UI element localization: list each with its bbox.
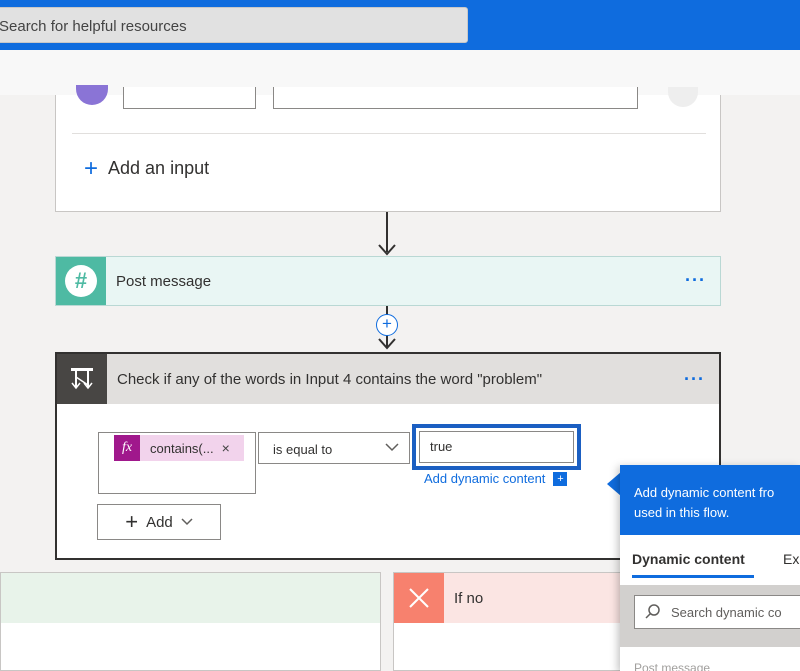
search-icon xyxy=(645,604,660,619)
post-message-action[interactable]: # Post message ··· xyxy=(55,256,721,306)
close-icon xyxy=(394,573,444,623)
add-condition-button[interactable]: + Add xyxy=(97,504,221,540)
input-description-field[interactable] xyxy=(273,87,638,109)
if-no-branch[interactable]: If no xyxy=(393,572,653,671)
trigger-card: + Add an input xyxy=(55,85,721,212)
dynamic-search-placeholder: Search dynamic co xyxy=(671,604,782,620)
add-dynamic-content-link[interactable]: Add dynamic content + xyxy=(424,471,568,486)
condition-header[interactable]: Check if any of the words in Input 4 con… xyxy=(57,354,719,404)
dynamic-content-header: Add dynamic content fro used in this flo… xyxy=(620,465,800,535)
if-no-label: If no xyxy=(454,590,484,607)
dynamic-header-line-1: Add dynamic content fro xyxy=(634,485,775,500)
function-icon: fx xyxy=(114,435,140,461)
arrow-down-icon xyxy=(378,338,396,350)
top-bar: Search for helpful resources xyxy=(0,0,800,50)
arrow-down-icon xyxy=(378,244,396,256)
operator-value: is equal to xyxy=(273,442,333,457)
add-dynamic-content-label: Add dynamic content xyxy=(424,471,546,486)
add-input-button[interactable]: + Add an input xyxy=(84,154,210,182)
divider xyxy=(72,133,706,134)
if-no-header: If no xyxy=(394,573,652,623)
post-message-more-button[interactable]: ··· xyxy=(685,270,706,291)
dynamic-tabs: Dynamic content Exp xyxy=(620,535,800,579)
dynamic-content-panel: Add dynamic content fro used in this flo… xyxy=(620,465,800,671)
plus-icon: + xyxy=(84,154,99,182)
operator-select[interactable]: is equal to xyxy=(258,432,410,464)
remove-token-button[interactable]: × xyxy=(222,440,230,456)
tab-dynamic-content[interactable]: Dynamic content xyxy=(632,551,745,567)
expression-label: contains(... xyxy=(150,440,214,456)
dynamic-search-area: Search dynamic co xyxy=(620,585,800,647)
dynamic-section-label: Post message xyxy=(634,661,711,671)
condition-left-operand[interactable]: fx contains(... × xyxy=(98,432,256,494)
expression-token[interactable]: fx contains(... × xyxy=(114,435,244,461)
input-options-button[interactable] xyxy=(668,87,698,107)
post-message-title: Post message xyxy=(116,273,212,290)
condition-icon xyxy=(57,354,107,404)
flyout-pointer xyxy=(607,472,621,496)
chevron-down-icon xyxy=(385,443,399,452)
insert-step-button[interactable]: + xyxy=(376,314,398,336)
plus-icon: + xyxy=(553,471,568,486)
tab-expression[interactable]: Exp xyxy=(783,551,800,567)
chevron-down-icon xyxy=(181,518,193,526)
value-field[interactable]: true xyxy=(419,431,574,463)
active-tab-indicator xyxy=(632,575,754,578)
resources-search-input[interactable]: Search for helpful resources xyxy=(0,7,468,43)
add-button-label: Add xyxy=(146,513,173,531)
if-yes-header xyxy=(1,573,380,623)
dynamic-header-line-2: used in this flow. xyxy=(634,505,730,520)
dynamic-search-input[interactable]: Search dynamic co xyxy=(634,595,800,629)
slack-icon: # xyxy=(56,257,106,305)
condition-right-operand[interactable]: true xyxy=(412,424,581,470)
condition-more-button[interactable]: ··· xyxy=(684,369,705,390)
input-name-field[interactable] xyxy=(123,87,256,109)
condition-title: Check if any of the words in Input 4 con… xyxy=(117,371,543,388)
add-input-label: Add an input xyxy=(108,158,210,178)
plus-icon: + xyxy=(125,509,139,534)
avatar xyxy=(76,85,108,105)
if-yes-branch[interactable] xyxy=(0,572,381,671)
resources-search-placeholder: Search for helpful resources xyxy=(0,18,187,35)
